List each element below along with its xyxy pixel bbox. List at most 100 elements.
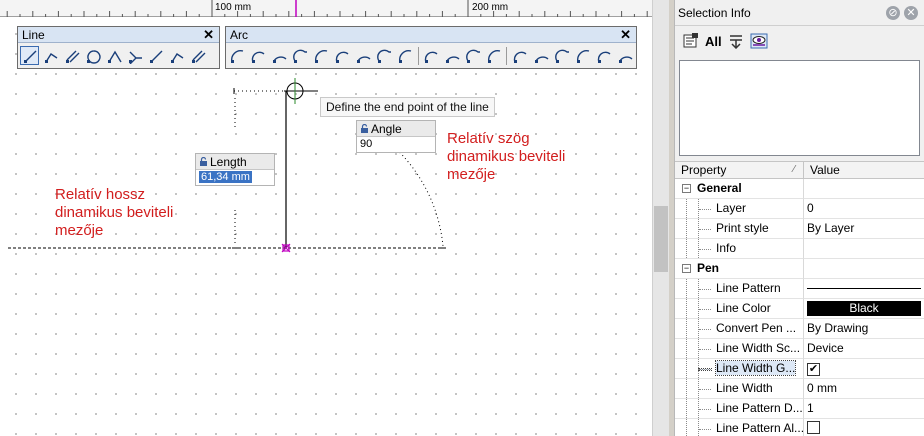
property-group[interactable]: − General bbox=[675, 179, 924, 199]
close-icon[interactable]: ✕ bbox=[904, 6, 918, 20]
split-line-icon[interactable] bbox=[188, 46, 207, 65]
checkbox[interactable] bbox=[807, 421, 820, 434]
property-value[interactable]: 0 bbox=[804, 199, 924, 219]
close-icon[interactable]: ✕ bbox=[620, 27, 631, 43]
sort-icon: ⁄ bbox=[793, 164, 795, 175]
arc-chord-icon[interactable] bbox=[333, 46, 352, 65]
extend-line-icon[interactable] bbox=[167, 46, 186, 65]
property-label: Info bbox=[716, 241, 737, 255]
arc-start-end-icon[interactable] bbox=[270, 46, 289, 65]
arc-delete-icon[interactable] bbox=[615, 46, 634, 65]
property-row[interactable]: Line Pattern bbox=[675, 279, 924, 299]
property-value[interactable]: By Drawing bbox=[804, 319, 924, 339]
polyline-icon[interactable] bbox=[41, 46, 60, 65]
property-label: Line Color bbox=[716, 301, 771, 315]
drawing-canvas[interactable]: 100 mm 200 mm Line ✕ Arc ✕ Define the en… bbox=[0, 0, 652, 436]
length-value[interactable]: 61,34 mm bbox=[199, 171, 252, 183]
pin-icon[interactable]: ⊘ bbox=[886, 6, 900, 20]
property-group-label: Pen bbox=[697, 261, 720, 275]
arc-fillet-icon[interactable] bbox=[463, 46, 482, 65]
property-value[interactable] bbox=[804, 259, 924, 279]
property-value[interactable]: By Layer bbox=[804, 219, 924, 239]
property-value[interactable]: Black bbox=[804, 299, 924, 319]
start-point-marker bbox=[281, 243, 291, 253]
arc-offset-icon[interactable] bbox=[443, 46, 462, 65]
arc-reverse-icon[interactable] bbox=[484, 46, 503, 65]
collapse-icon[interactable]: − bbox=[682, 264, 691, 273]
property-value[interactable] bbox=[804, 179, 924, 199]
column-header-property[interactable]: Property ⁄ bbox=[675, 162, 804, 178]
property-label: Line Pattern Al... bbox=[716, 421, 804, 435]
arc-split-icon[interactable] bbox=[552, 46, 571, 65]
bisector-line-icon[interactable] bbox=[146, 46, 165, 65]
angle-value[interactable]: 90 bbox=[357, 137, 435, 153]
property-value[interactable]: 0 mm bbox=[804, 379, 924, 399]
scrollbar-thumb[interactable] bbox=[654, 206, 668, 272]
vertical-scrollbar[interactable] bbox=[652, 0, 669, 436]
properties-icon[interactable] bbox=[683, 33, 699, 49]
panel-toolbar: All bbox=[675, 26, 924, 56]
arc-radius-icon[interactable] bbox=[312, 46, 331, 65]
property-value[interactable]: ✔ bbox=[804, 359, 924, 379]
collapse-icon[interactable]: − bbox=[682, 184, 691, 193]
arc-loop-icon[interactable] bbox=[531, 46, 550, 65]
lock-icon[interactable] bbox=[199, 157, 208, 166]
property-value[interactable] bbox=[804, 279, 924, 299]
all-button[interactable]: All bbox=[705, 34, 722, 49]
arc-trim-icon[interactable] bbox=[573, 46, 592, 65]
property-row[interactable]: Info bbox=[675, 239, 924, 259]
angle-dynamic-input[interactable]: Angle 90 bbox=[356, 120, 436, 153]
property-row[interactable]: Line Width 0 mm bbox=[675, 379, 924, 399]
property-label: Line Width bbox=[716, 381, 773, 395]
line-pattern-preview bbox=[807, 288, 921, 289]
arc-angle-icon[interactable] bbox=[375, 46, 394, 65]
length-label: Length bbox=[210, 155, 247, 169]
arc-center-icon[interactable] bbox=[249, 46, 268, 65]
property-row[interactable]: Line Width G... ✔ bbox=[675, 359, 924, 379]
eye-icon[interactable] bbox=[750, 33, 768, 49]
property-row[interactable]: Print style By Layer bbox=[675, 219, 924, 239]
property-row[interactable]: Layer 0 bbox=[675, 199, 924, 219]
arc-concentric-icon[interactable] bbox=[422, 46, 441, 65]
property-label: Line Pattern D... bbox=[716, 401, 803, 415]
property-rows: − General Layer 0 Print style By Layer Info − Pe… bbox=[675, 179, 924, 436]
property-value[interactable] bbox=[804, 239, 924, 259]
column-header-value[interactable]: Value bbox=[804, 162, 924, 178]
angle-label: Angle bbox=[371, 122, 402, 136]
arc-extend-icon[interactable] bbox=[594, 46, 613, 65]
checkbox[interactable]: ✔ bbox=[807, 363, 820, 376]
property-row[interactable]: Line Color Black bbox=[675, 299, 924, 319]
property-label: Layer bbox=[716, 201, 747, 215]
lock-icon[interactable] bbox=[360, 124, 369, 133]
property-value[interactable] bbox=[804, 419, 924, 436]
perpendicular-line-icon[interactable] bbox=[104, 46, 123, 65]
command-tooltip: Define the end point of the line bbox=[320, 97, 495, 117]
toolbar-separator bbox=[506, 46, 508, 65]
toolbar-separator bbox=[417, 46, 419, 65]
arc-mirror-icon[interactable] bbox=[396, 46, 415, 65]
close-icon[interactable]: ✕ bbox=[203, 27, 214, 43]
tangent-line-icon[interactable] bbox=[83, 46, 102, 65]
property-group[interactable]: − Pen bbox=[675, 259, 924, 279]
arc-toolbar-icons bbox=[226, 43, 636, 68]
arc-3point-icon[interactable] bbox=[228, 46, 247, 65]
property-row[interactable]: Line Width Sc... Device bbox=[675, 339, 924, 359]
length-annotation: Relatív hossz dinamikus beviteli mezője bbox=[55, 186, 174, 239]
angle-annotation: Relatív szög dinamikus beviteli mezője bbox=[447, 130, 566, 183]
parallel-line-icon[interactable] bbox=[62, 46, 81, 65]
panel-title: Selection Info bbox=[678, 6, 751, 20]
property-row[interactable]: Line Pattern D... 1 bbox=[675, 399, 924, 419]
property-group-label: General bbox=[697, 181, 742, 195]
property-value[interactable]: 1 bbox=[804, 399, 924, 419]
angle-line-icon[interactable] bbox=[125, 46, 144, 65]
arc-tangent-icon[interactable] bbox=[291, 46, 310, 65]
line-icon[interactable] bbox=[20, 46, 39, 65]
selection-info-box bbox=[679, 60, 920, 156]
property-row[interactable]: Line Pattern Al... bbox=[675, 419, 924, 436]
length-dynamic-input[interactable]: Length 61,34 mm bbox=[195, 153, 275, 186]
property-value[interactable]: Device bbox=[804, 339, 924, 359]
property-row[interactable]: Convert Pen ... By Drawing bbox=[675, 319, 924, 339]
filter-icon[interactable] bbox=[728, 33, 744, 49]
arc-continue-icon[interactable] bbox=[354, 46, 373, 65]
arc-join-icon[interactable] bbox=[510, 46, 529, 65]
